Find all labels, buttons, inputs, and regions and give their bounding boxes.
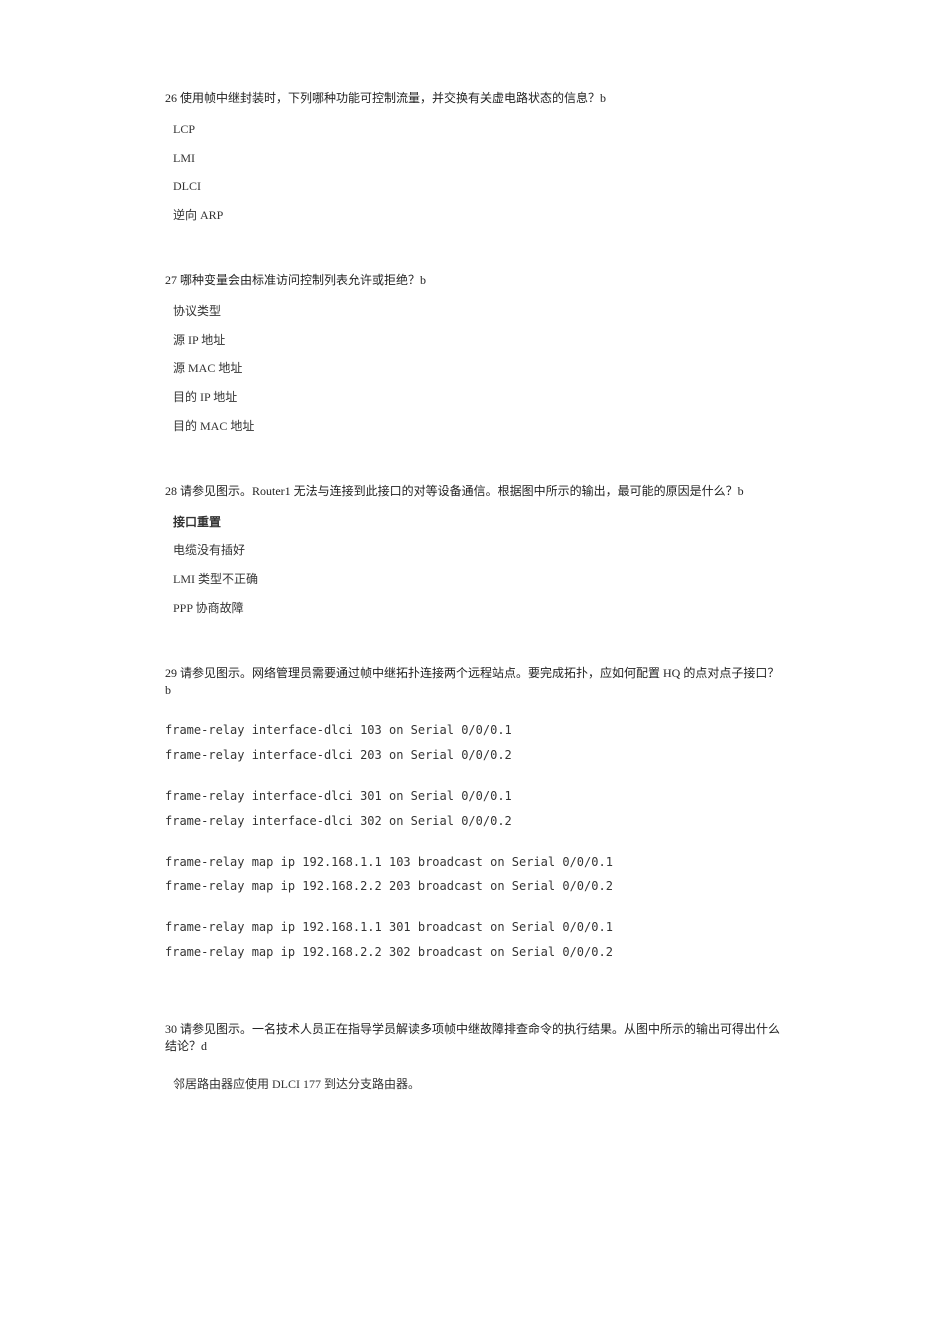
option: LMI 类型不正确 [173, 571, 780, 588]
question-title: 28 请参见图示。Router1 无法与连接到此接口的对等设备通信。根据图中所示… [165, 483, 780, 500]
code-line: frame-relay interface-dlci 203 on Serial… [165, 747, 780, 764]
option: 目的 IP 地址 [173, 389, 780, 406]
code-line: frame-relay map ip 192.168.2.2 302 broad… [165, 944, 780, 961]
code-line: frame-relay interface-dlci 302 on Serial… [165, 813, 780, 830]
question-title: 30 请参见图示。一名技术人员正在指导学员解读多项帧中继故障排查命令的执行结果。… [165, 1021, 780, 1055]
question-26: 26 使用帧中继封装时，下列哪种功能可控制流量，并交换有关虚电路状态的信息？b … [165, 90, 780, 224]
question-30: 30 请参见图示。一名技术人员正在指导学员解读多项帧中继故障排查命令的执行结果。… [165, 1021, 780, 1093]
question-title: 27 哪种变量会由标准访问控制列表允许或拒绝？b [165, 272, 780, 289]
option: PPP 协商故障 [173, 600, 780, 617]
question-title: 29 请参见图示。网络管理员需要通过帧中继拓扑连接两个远程站点。要完成拓扑，应如… [165, 665, 780, 699]
option: 源 IP 地址 [173, 332, 780, 349]
option: DLCI [173, 178, 780, 195]
option: 逆向 ARP [173, 207, 780, 224]
code-line: frame-relay interface-dlci 103 on Serial… [165, 722, 780, 739]
question-28: 28 请参见图示。Router1 无法与连接到此接口的对等设备通信。根据图中所示… [165, 483, 780, 617]
option: 电缆没有插好 [173, 542, 780, 559]
option: LMI [173, 150, 780, 167]
option: 源 MAC 地址 [173, 360, 780, 377]
code-line: frame-relay map ip 192.168.2.2 203 broad… [165, 878, 780, 895]
option-group: frame-relay map ip 192.168.1.1 301 broad… [165, 919, 780, 961]
option: LCP [173, 121, 780, 138]
question-29: 29 请参见图示。网络管理员需要通过帧中继拓扑连接两个远程站点。要完成拓扑，应如… [165, 665, 780, 961]
code-line: frame-relay interface-dlci 301 on Serial… [165, 788, 780, 805]
code-line: frame-relay map ip 192.168.1.1 301 broad… [165, 919, 780, 936]
document-page: 26 使用帧中继封装时，下列哪种功能可控制流量，并交换有关虚电路状态的信息？b … [0, 0, 945, 1201]
option: 协议类型 [173, 303, 780, 320]
option-group: frame-relay interface-dlci 301 on Serial… [165, 788, 780, 830]
option: 目的 MAC 地址 [173, 418, 780, 435]
option-group: frame-relay interface-dlci 103 on Serial… [165, 722, 780, 764]
option-group: frame-relay map ip 192.168.1.1 103 broad… [165, 854, 780, 896]
question-title: 26 使用帧中继封装时，下列哪种功能可控制流量，并交换有关虚电路状态的信息？b [165, 90, 780, 107]
code-line: frame-relay map ip 192.168.1.1 103 broad… [165, 854, 780, 871]
option: 邻居路由器应使用 DLCI 177 到达分支路由器。 [173, 1076, 780, 1093]
question-27: 27 哪种变量会由标准访问控制列表允许或拒绝？b 协议类型 源 IP 地址 源 … [165, 272, 780, 435]
option: 接口重置 [173, 514, 780, 531]
